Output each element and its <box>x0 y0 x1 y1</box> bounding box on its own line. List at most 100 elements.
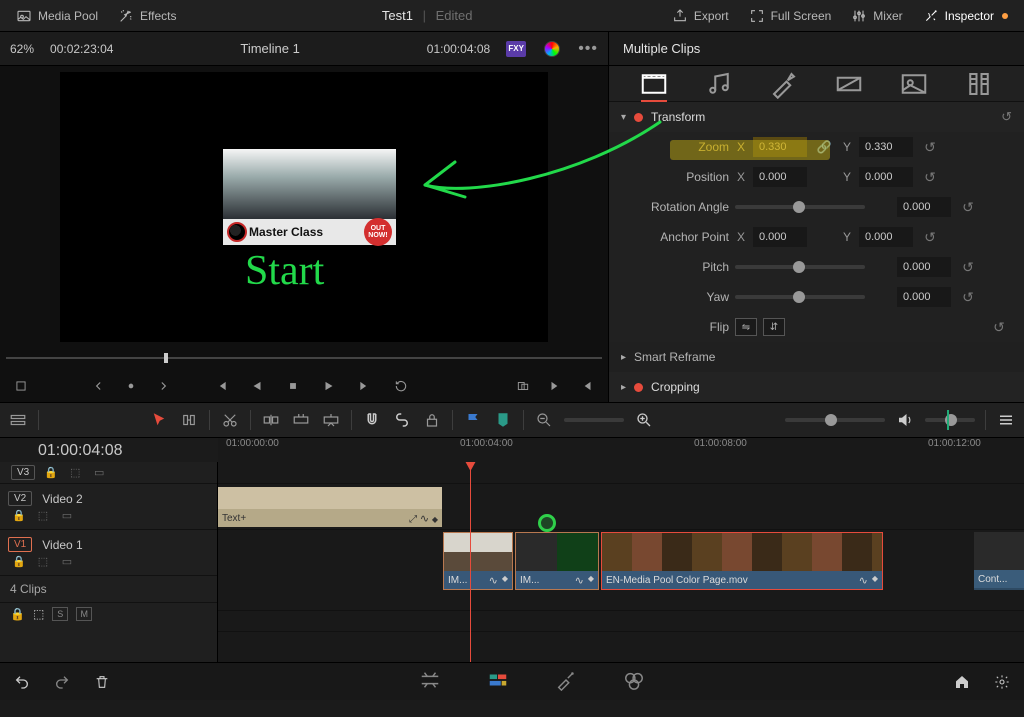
media-pool-button[interactable]: Media Pool <box>6 4 108 28</box>
mixer-button[interactable]: Mixer <box>841 4 912 28</box>
flip-horizontal-button[interactable]: ⇋ <box>735 318 757 336</box>
reset-rotation-icon[interactable]: ↺ <box>957 199 979 216</box>
export-button[interactable]: Export <box>662 4 739 28</box>
settings-icon[interactable] <box>992 672 1012 692</box>
go-last-icon[interactable] <box>354 375 376 397</box>
rotation-slider[interactable] <box>735 205 865 209</box>
go-first-icon[interactable] <box>210 375 232 397</box>
position-y-input[interactable] <box>859 167 913 187</box>
effects-button[interactable]: Effects <box>108 4 186 28</box>
auto-select-icon[interactable]: ⬚ <box>33 607 44 621</box>
flag-icon[interactable] <box>463 410 483 430</box>
zoom-slider[interactable] <box>564 418 624 422</box>
overwrite-clip-icon[interactable] <box>291 410 311 430</box>
inspector-tab-image[interactable] <box>899 69 929 99</box>
trim-tool-icon[interactable] <box>179 410 199 430</box>
delete-icon[interactable] <box>92 672 112 692</box>
video-clip-cont[interactable]: Cont... <box>974 532 1024 590</box>
stop-icon[interactable] <box>282 375 304 397</box>
viewer-clip-thumbnail[interactable]: Master Class OUTNOW! <box>223 149 396 245</box>
inspector-button[interactable]: Inspector <box>913 4 1018 28</box>
prev-marker-icon[interactable] <box>88 375 110 397</box>
blade-tool-icon[interactable] <box>220 410 240 430</box>
inspector-tab-transition[interactable] <box>834 69 864 99</box>
anchor-y-input[interactable] <box>859 227 913 247</box>
zoom-x-input[interactable] <box>753 137 807 157</box>
zoom-in-icon[interactable] <box>634 410 654 430</box>
timeline-options-icon[interactable] <box>996 410 1016 430</box>
fusion-page-icon[interactable] <box>555 669 577 694</box>
chevron-right-icon[interactable]: ▸ <box>621 352 626 363</box>
lock-icon[interactable]: 🔒 <box>11 508 27 522</box>
timeline-ruler[interactable]: 01:00:00:00 01:00:04:00 01:00:08:00 01:0… <box>218 438 1024 462</box>
auto-select-icon[interactable]: ⬚ <box>35 554 51 568</box>
speaker-icon[interactable] <box>895 410 915 430</box>
viewer-scrubber[interactable] <box>6 346 602 370</box>
pitch-slider[interactable] <box>735 265 865 269</box>
section-enable-dot[interactable] <box>634 383 643 392</box>
viewer-zoom-pct[interactable]: 62% <box>10 42 34 56</box>
source-timecode[interactable]: 00:02:23:04 <box>50 42 113 56</box>
inspector-tab-file[interactable] <box>964 69 994 99</box>
chevron-down-icon[interactable]: ▾ <box>621 112 626 123</box>
prev-edit-icon[interactable] <box>576 375 598 397</box>
video-clip-3[interactable]: EN-Media Pool Color Page.mov∿◆ <box>601 532 883 590</box>
crop-mode-icon[interactable] <box>10 375 32 397</box>
inspector-tab-video[interactable] <box>639 69 669 99</box>
next-edit-icon[interactable] <box>544 375 566 397</box>
reset-section-icon[interactable]: ↺ <box>1001 109 1012 125</box>
zoom-y-input[interactable] <box>859 137 913 157</box>
lock-icon[interactable]: 🔒 <box>43 465 59 479</box>
link-icon[interactable]: 🔗 <box>813 140 835 154</box>
marker-icon[interactable] <box>493 410 513 430</box>
mark-in-icon[interactable] <box>120 375 142 397</box>
track-view-icon[interactable]: ▭ <box>91 465 107 479</box>
position-lock-icon[interactable] <box>422 410 442 430</box>
play-reverse-icon[interactable] <box>246 375 268 397</box>
track-view-icon[interactable]: ▭ <box>59 554 75 568</box>
timeline-view-icon[interactable] <box>8 410 28 430</box>
reset-position-icon[interactable]: ↺ <box>919 169 941 186</box>
track-name-v2[interactable]: Video 2 <box>42 492 82 506</box>
video-clip-2[interactable]: IM...∿◆ <box>515 532 599 590</box>
loop-icon[interactable] <box>390 375 412 397</box>
lock-icon[interactable]: 🔒 <box>11 554 27 568</box>
full-screen-button[interactable]: Full Screen <box>739 4 842 28</box>
next-marker-icon[interactable] <box>152 375 174 397</box>
track-view-icon[interactable]: ▭ <box>59 508 75 522</box>
mute-button[interactable]: M <box>76 607 92 621</box>
inspector-tab-effects[interactable] <box>769 69 799 99</box>
reset-pitch-icon[interactable]: ↺ <box>957 259 979 276</box>
auto-select-icon[interactable]: ⬚ <box>67 465 83 479</box>
video-clip-1[interactable]: IM...∿◆ <box>443 532 513 590</box>
record-timecode[interactable]: 01:00:04:08 <box>427 42 490 56</box>
track-name-v1[interactable]: Video 1 <box>42 538 82 552</box>
reset-flip-icon[interactable]: ↺ <box>988 319 1010 336</box>
monitor-volume-slider[interactable] <box>785 418 885 422</box>
yaw-slider[interactable] <box>735 295 865 299</box>
solo-button[interactable]: S <box>52 607 68 621</box>
flip-vertical-button[interactable]: ⇵ <box>763 318 785 336</box>
undo-icon[interactable] <box>12 672 32 692</box>
section-enable-dot[interactable] <box>634 113 643 122</box>
play-icon[interactable] <box>318 375 340 397</box>
insert-clip-icon[interactable] <box>261 410 281 430</box>
rotation-input[interactable] <box>897 197 951 217</box>
track-v2-tag[interactable]: V2 <box>8 491 32 506</box>
playhead-timecode[interactable]: 01:00:04:08 <box>0 438 218 464</box>
timeline-playhead[interactable] <box>470 462 471 662</box>
text-clip[interactable]: Text+ ⤢ ∿ ◆ <box>218 487 442 527</box>
reset-yaw-icon[interactable]: ↺ <box>957 289 979 306</box>
replace-clip-icon[interactable] <box>321 410 341 430</box>
color-wheel-icon[interactable] <box>542 39 562 59</box>
snapping-icon[interactable] <box>362 410 382 430</box>
pitch-input[interactable] <box>897 257 951 277</box>
redo-icon[interactable] <box>52 672 72 692</box>
match-frame-icon[interactable] <box>512 375 534 397</box>
auto-select-icon[interactable]: ⬚ <box>35 508 51 522</box>
dim-slider[interactable] <box>925 418 975 422</box>
yaw-input[interactable] <box>897 287 951 307</box>
position-x-input[interactable] <box>753 167 807 187</box>
scrubber-knob[interactable] <box>164 353 168 363</box>
selection-tool-icon[interactable] <box>149 410 169 430</box>
